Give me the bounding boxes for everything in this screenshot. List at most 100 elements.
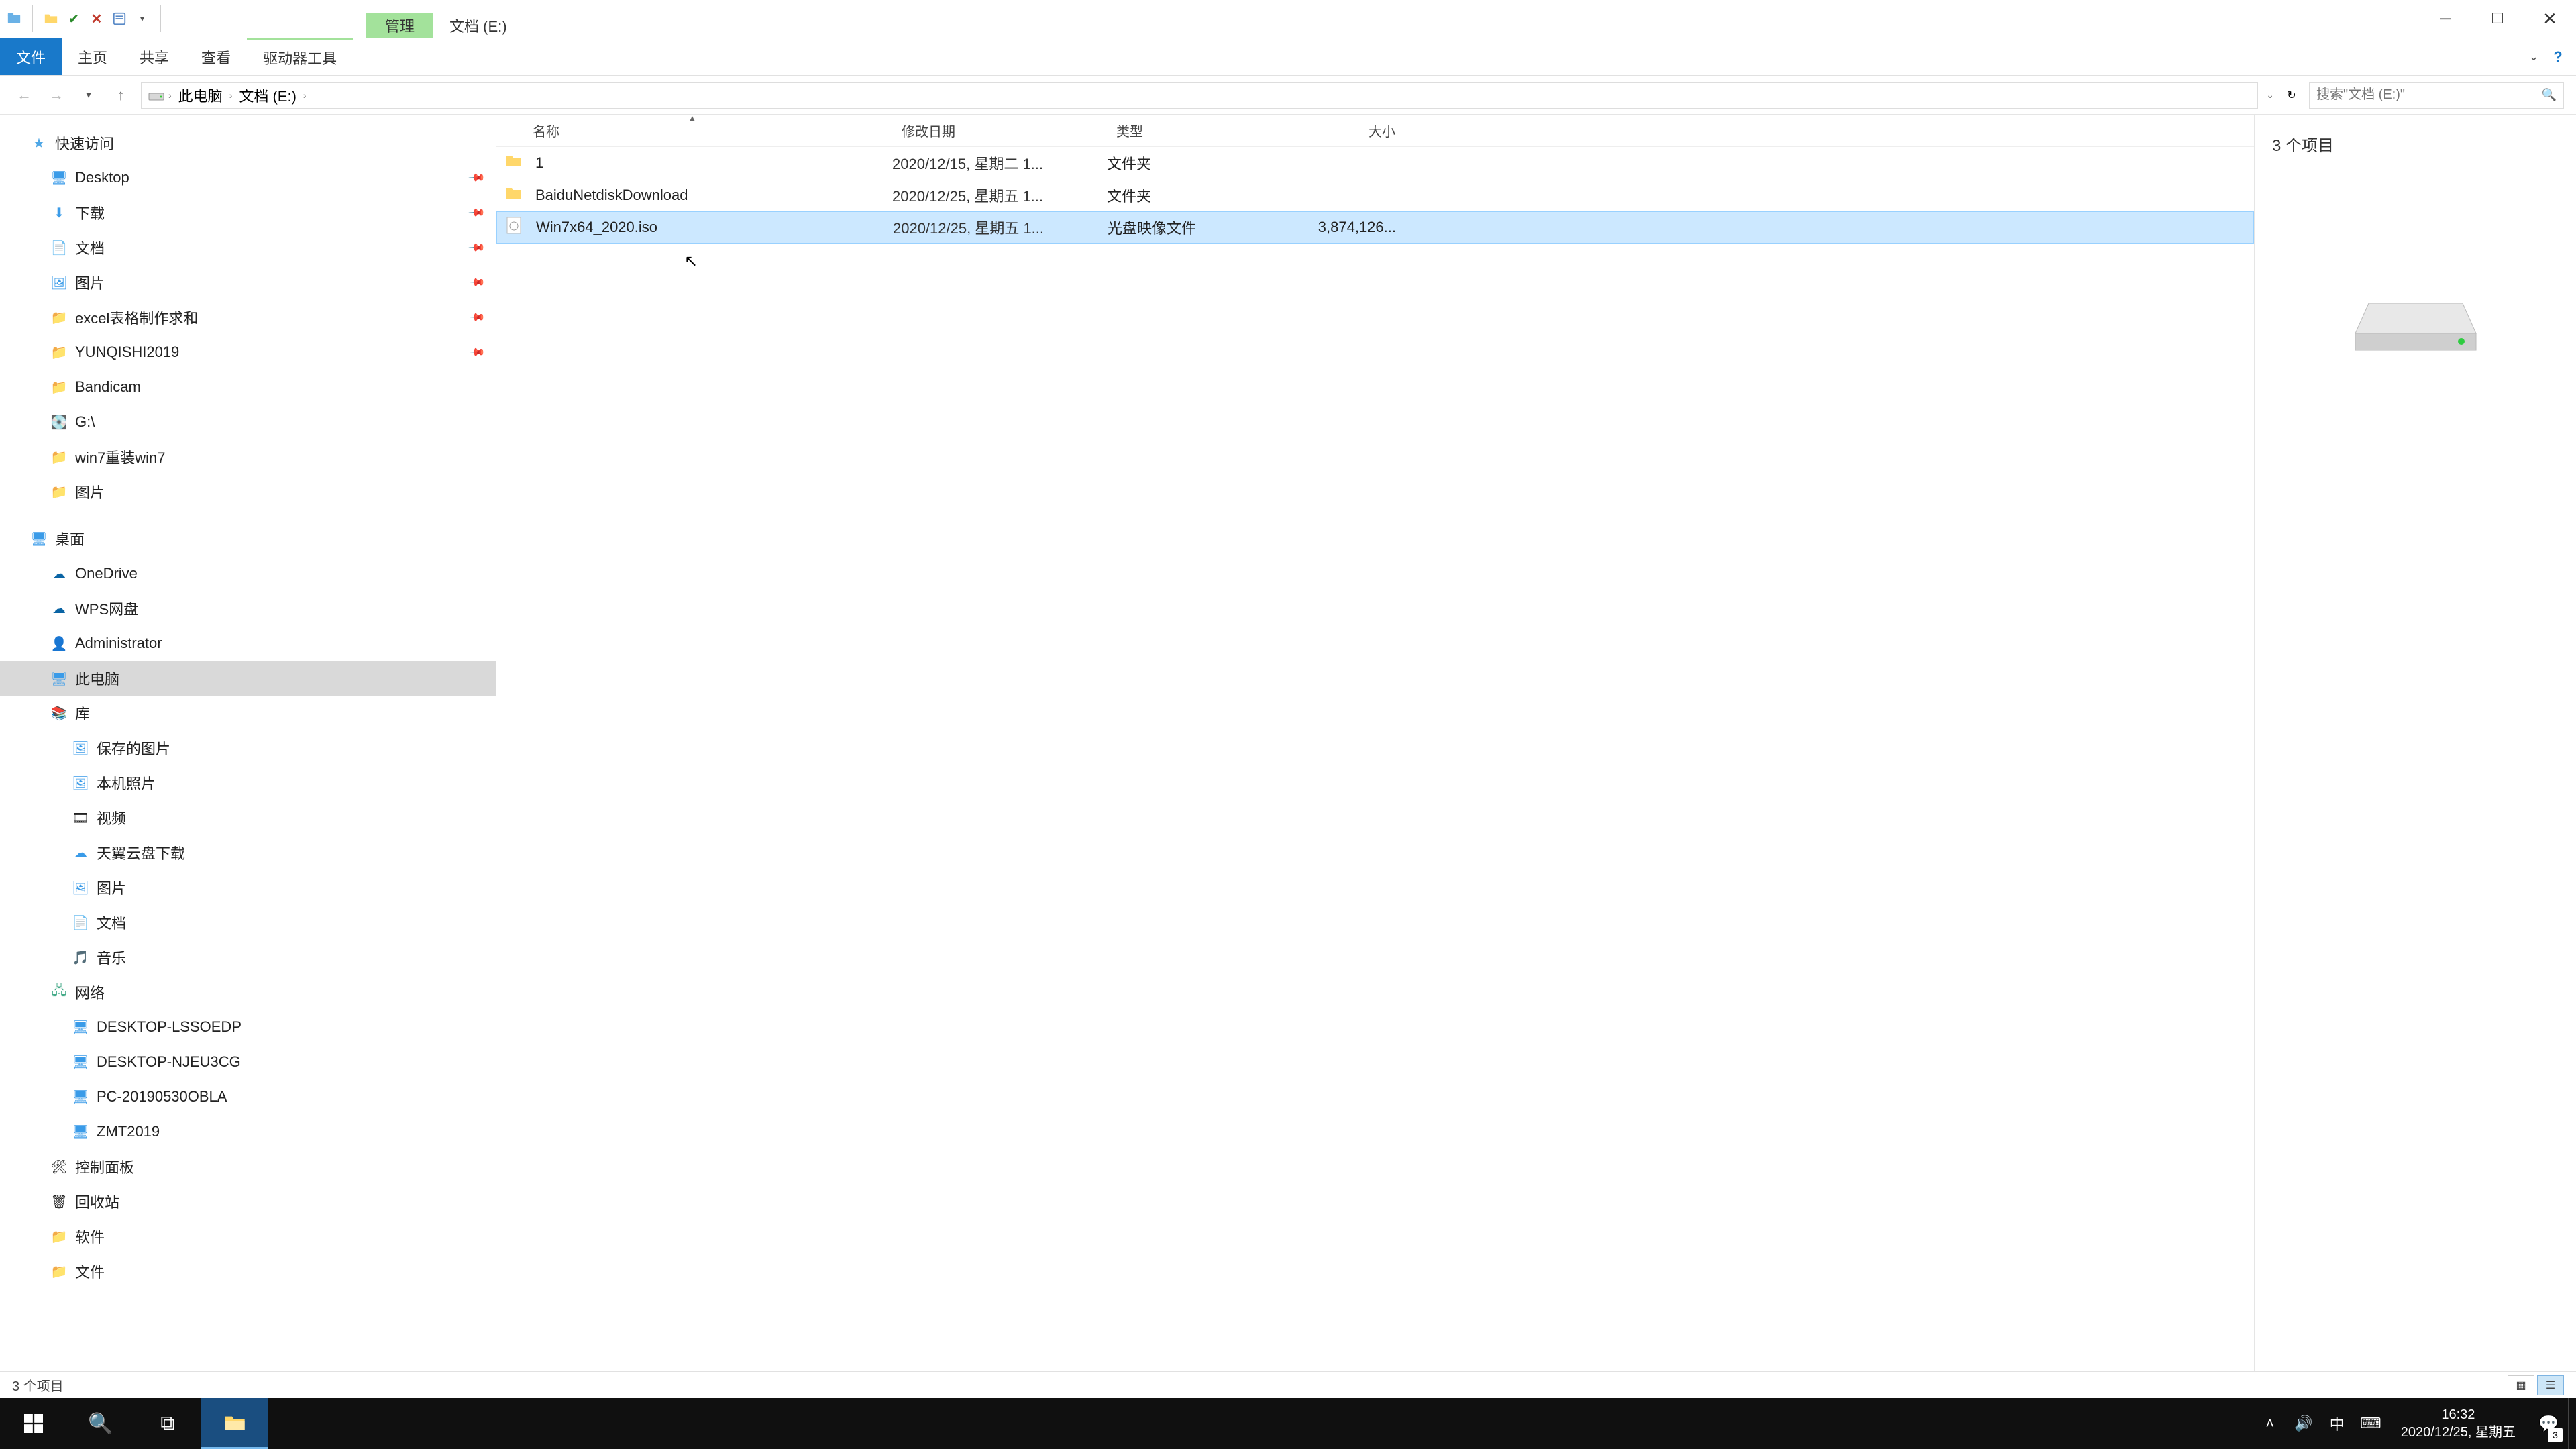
sidebar-item-bandicam[interactable]: 📁Bandicam (0, 370, 496, 405)
ime-icon[interactable]: 中 (2320, 1398, 2354, 1449)
libraries-icon: 📚 (50, 704, 68, 722)
file-date: 2020/12/25, 星期五 1... (892, 184, 1107, 206)
drive-icon: 💽 (50, 413, 68, 431)
maximize-button[interactable]: ☐ (2471, 0, 2524, 38)
sidebar-item-pc1[interactable]: 🖥DESKTOP-LSSOEDP (0, 1010, 496, 1044)
search-input[interactable] (2316, 87, 2536, 103)
sidebar-item-filelib[interactable]: 📁文件 (0, 1254, 496, 1289)
manage-tab[interactable]: 管理 (366, 13, 433, 38)
search-box[interactable]: 🔍 (2309, 82, 2564, 109)
sidebar-item-pc3[interactable]: 🖥PC-20190530OBLA (0, 1079, 496, 1114)
input-indicator-icon[interactable]: ⌨ (2354, 1398, 2387, 1449)
sidebar-item-pics-lib[interactable]: 🖼图片 (0, 870, 496, 905)
sidebar-item-g-drive[interactable]: 💽G:\ (0, 405, 496, 439)
chevron-right-icon[interactable]: › (168, 90, 172, 101)
sidebar-item-saved-pics[interactable]: 🖼保存的图片 (0, 731, 496, 765)
label: 网络 (75, 981, 105, 1003)
sidebar-item-pc4[interactable]: 🖥ZMT2019 (0, 1114, 496, 1149)
sidebar-item-quick-access[interactable]: ★快速访问 (0, 125, 496, 160)
minimize-button[interactable]: ─ (2419, 0, 2471, 38)
sidebar-item-desktop-root[interactable]: 🖥桌面 (0, 521, 496, 556)
view-thumbnails-button[interactable]: ▦ (2508, 1375, 2534, 1395)
folder-icon[interactable] (42, 10, 60, 28)
column-header-name[interactable]: 名称 (496, 121, 892, 140)
address-dropdown-icon[interactable]: ⌄ (2266, 89, 2274, 101)
sidebar-item-admin[interactable]: 👤Administrator (0, 626, 496, 661)
pictures-icon: 🖼 (71, 739, 90, 757)
tray-overflow-icon[interactable]: ˄ (2253, 1398, 2287, 1449)
start-button[interactable] (0, 1398, 67, 1449)
forward-button[interactable]: → (44, 83, 68, 107)
sidebar-item-desktop[interactable]: 🖥Desktop📌 (0, 160, 496, 195)
file-type: 文件夹 (1107, 152, 1288, 174)
sidebar-item-music[interactable]: 🎵音乐 (0, 940, 496, 975)
breadcrumb-drive[interactable]: 文档 (E:) (235, 85, 301, 106)
taskbar-clock[interactable]: 16:32 2020/12/25, 星期五 (2387, 1406, 2529, 1441)
sidebar-item-documents[interactable]: 📄文档📌 (0, 230, 496, 265)
file-size: 3,874,126... (1289, 219, 1416, 236)
file-row[interactable]: 12020/12/15, 星期二 1...文件夹 (496, 147, 2254, 179)
sidebar-item-videos[interactable]: 🎞视频 (0, 800, 496, 835)
breadcrumb-bar[interactable]: › 此电脑 › 文档 (E:) › (141, 82, 2258, 109)
sidebar-item-downloads[interactable]: ⬇下载📌 (0, 195, 496, 230)
show-desktop-button[interactable] (2568, 1398, 2576, 1449)
qat-dropdown-icon[interactable]: ▾ (133, 10, 151, 28)
refresh-button[interactable]: ↻ (2279, 83, 2304, 107)
sidebar-item-pictures[interactable]: 🖼图片📌 (0, 265, 496, 300)
drive-tools-tab[interactable]: 驱动器工具 (247, 38, 353, 75)
home-tab[interactable]: 主页 (62, 38, 123, 75)
sidebar-item-software[interactable]: 📁软件 (0, 1219, 496, 1254)
file-list[interactable]: 12020/12/15, 星期二 1...文件夹BaiduNetdiskDown… (496, 147, 2254, 244)
search-icon[interactable]: 🔍 (2542, 88, 2557, 102)
action-center-button[interactable]: 💬3 (2529, 1398, 2568, 1449)
sidebar-item-control-panel[interactable]: 🛠控制面板 (0, 1149, 496, 1184)
view-tab[interactable]: 查看 (185, 38, 247, 75)
sidebar-item-docs-lib[interactable]: 📄文档 (0, 905, 496, 940)
file-row[interactable]: BaiduNetdiskDownload2020/12/25, 星期五 1...… (496, 179, 2254, 211)
file-row[interactable]: Win7x64_2020.iso2020/12/25, 星期五 1...光盘映像… (496, 211, 2254, 244)
up-button[interactable]: ↑ (109, 83, 133, 107)
sidebar-item-excel[interactable]: 📁excel表格制作求和📌 (0, 300, 496, 335)
sidebar-item-yunqishi[interactable]: 📁YUNQISHI2019📌 (0, 335, 496, 370)
recent-locations-button[interactable]: ▾ (76, 83, 101, 107)
breadcrumb-pc[interactable]: 此电脑 (174, 85, 227, 106)
chevron-right-icon[interactable]: › (229, 90, 233, 101)
column-header-type[interactable]: 类型 (1107, 121, 1288, 140)
column-header-date[interactable]: 修改日期 (892, 121, 1107, 140)
volume-icon[interactable]: 🔊 (2287, 1398, 2320, 1449)
sidebar-item-camera-roll[interactable]: 🖼本机照片 (0, 765, 496, 800)
close-button[interactable]: ✕ (2524, 0, 2576, 38)
pc-icon: 🖥 (71, 1018, 90, 1036)
file-name: 1 (535, 154, 892, 172)
file-explorer-taskbar-button[interactable] (201, 1398, 268, 1449)
view-details-button[interactable]: ☰ (2537, 1375, 2564, 1395)
back-button[interactable]: ← (12, 83, 36, 107)
task-view-button[interactable]: ⧉ (134, 1398, 201, 1449)
sidebar-item-libraries[interactable]: 📚库 (0, 696, 496, 731)
column-header-size[interactable]: 大小 (1288, 121, 1415, 140)
sidebar-item-tianyi[interactable]: ☁天翼云盘下载 (0, 835, 496, 870)
sidebar-item-recycle[interactable]: 🗑回收站 (0, 1184, 496, 1219)
sidebar-item-pictures2[interactable]: 📁图片 (0, 474, 496, 509)
sidebar-item-wps[interactable]: ☁WPS网盘 (0, 591, 496, 626)
ribbon-expand-icon[interactable]: ⌄ (2524, 47, 2544, 67)
search-button[interactable]: 🔍 (67, 1398, 134, 1449)
taskbar[interactable]: 🔍 ⧉ ˄ 🔊 中 ⌨ 16:32 2020/12/25, 星期五 💬3 (0, 1398, 2576, 1449)
sidebar-item-this-pc[interactable]: 🖥此电脑 (0, 661, 496, 696)
checkmark-icon[interactable]: ✔ (65, 10, 83, 28)
sidebar-item-network[interactable]: 🖧网络 (0, 975, 496, 1010)
share-tab[interactable]: 共享 (123, 38, 185, 75)
file-tab[interactable]: 文件 (0, 38, 62, 75)
file-type: 文件夹 (1107, 184, 1288, 206)
sidebar-item-onedrive[interactable]: ☁OneDrive (0, 556, 496, 591)
close-red-icon[interactable]: ✕ (88, 10, 105, 28)
help-icon[interactable]: ? (2548, 47, 2568, 67)
sidebar-item-reinstall[interactable]: 📁win7重装win7 (0, 439, 496, 474)
documents-icon: 📄 (71, 913, 90, 932)
column-headers[interactable]: ▲ 名称 修改日期 类型 大小 (496, 115, 2254, 147)
properties-icon[interactable] (111, 10, 128, 28)
sidebar-item-pc2[interactable]: 🖥DESKTOP-NJEU3CG (0, 1044, 496, 1079)
pictures-icon: 🖼 (50, 273, 68, 292)
chevron-right-icon[interactable]: › (303, 90, 307, 101)
navigation-pane[interactable]: ★快速访问 🖥Desktop📌 ⬇下载📌 📄文档📌 🖼图片📌 📁excel表格制… (0, 115, 496, 1371)
